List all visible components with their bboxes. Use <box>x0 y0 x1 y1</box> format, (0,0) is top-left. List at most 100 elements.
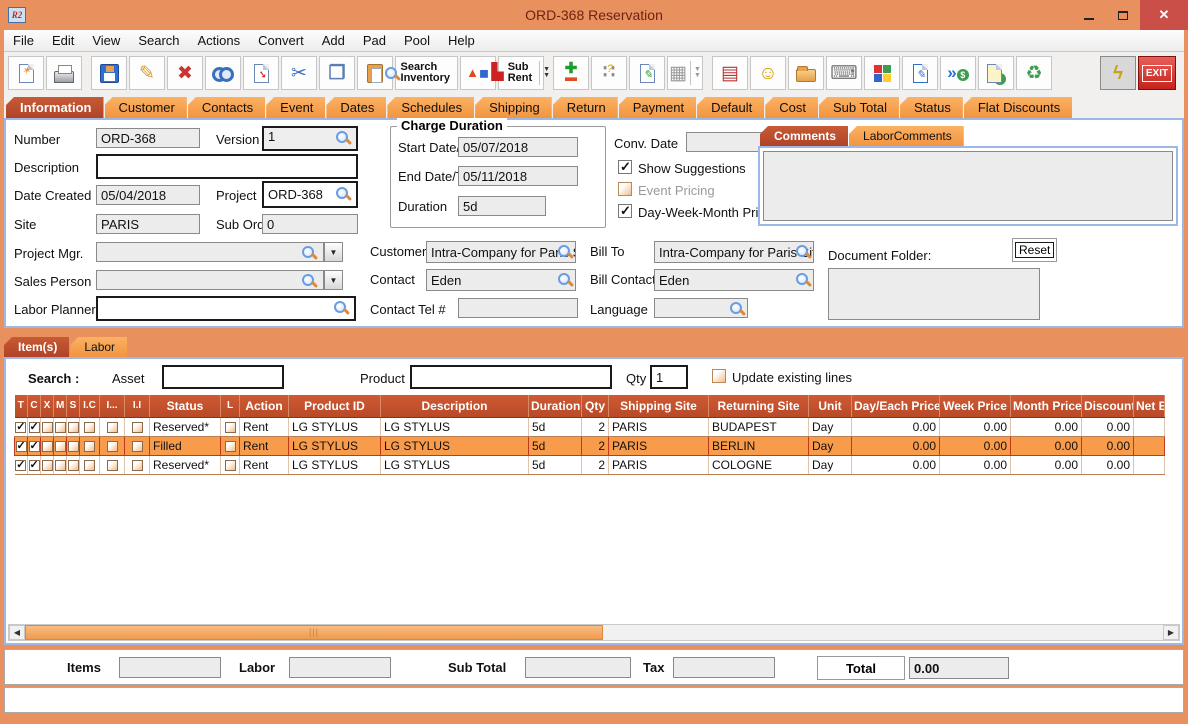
comments-textarea[interactable] <box>763 151 1173 221</box>
row-checkbox-ii[interactable] <box>131 440 143 452</box>
col-c[interactable]: C <box>27 395 41 418</box>
menu-search[interactable]: Search <box>129 30 188 51</box>
cell-description[interactable]: LG STYLUS <box>380 455 529 475</box>
line-item-row[interactable]: Reserved* Rent LG STYLUS LG STYLUS 5d 2 … <box>14 417 1165 437</box>
col-shipping-site[interactable]: Shipping Site <box>608 395 709 418</box>
col-l[interactable]: L <box>220 395 240 418</box>
tab-customer[interactable]: Customer <box>104 97 187 118</box>
cell-status[interactable]: Filled <box>149 435 221 456</box>
tab-cost[interactable]: Cost <box>765 97 818 118</box>
feedback-button[interactable]: ☺ <box>750 56 786 90</box>
row-checkbox-m[interactable] <box>54 421 66 433</box>
cell-net[interactable] <box>1133 435 1165 456</box>
row-checkbox-x[interactable] <box>41 459 53 471</box>
cell-month[interactable]: 0.00 <box>1010 417 1082 437</box>
document-folder-field[interactable] <box>828 268 1040 320</box>
add-remove-line-button[interactable]: ✚ ▬ <box>553 56 589 90</box>
bill-contact-search-icon[interactable] <box>796 273 808 285</box>
maximize-button[interactable] <box>1106 0 1140 30</box>
cell-action[interactable]: Rent <box>239 417 289 437</box>
new-document-button[interactable]: ✶ <box>8 56 44 90</box>
cut-button[interactable]: ✂ <box>281 56 317 90</box>
update-lines-checkbox[interactable] <box>712 369 726 383</box>
col-ic[interactable]: I.C <box>79 395 100 418</box>
row-checkbox-l[interactable] <box>224 459 236 471</box>
sales-person-search-icon[interactable] <box>302 274 314 286</box>
version-search-icon[interactable] <box>336 131 348 143</box>
col-ii[interactable]: I.I <box>124 395 150 418</box>
bill-to-field[interactable]: Intra-Company for Paris Sit <box>654 241 814 263</box>
row-checkbox-ic[interactable] <box>84 459 95 471</box>
payment-transfer-button[interactable]: » $ <box>940 56 976 90</box>
line-item-row[interactable]: Reserved* Rent LG STYLUS LG STYLUS 5d 2 … <box>14 455 1165 475</box>
scroll-right-arrow[interactable]: ▶ <box>1163 625 1179 640</box>
tab-labor-comments[interactable]: LaborComments <box>849 126 964 146</box>
row-checkbox-m[interactable] <box>54 459 66 471</box>
cell-description[interactable]: LG STYLUS <box>380 417 529 437</box>
row-checkbox-t[interactable] <box>15 420 27 433</box>
row-checkbox-t[interactable] <box>15 458 27 471</box>
copy-lines-button[interactable]: ➘ <box>243 56 279 90</box>
cell-duration[interactable]: 5d <box>528 417 582 437</box>
cell-qty[interactable]: 2 <box>581 417 609 437</box>
col-unit[interactable]: Unit <box>808 395 852 418</box>
tab-items[interactable]: Item(s) <box>4 337 70 357</box>
copy-button[interactable]: ❐ <box>319 56 355 90</box>
search-inventory-button[interactable]: Search Inventory ▼▼ <box>384 56 468 90</box>
contact-search-icon[interactable] <box>558 273 570 285</box>
product-input[interactable] <box>410 365 612 389</box>
shortcut-key-button[interactable]: ⌨ <box>826 56 862 90</box>
col-action[interactable]: Action <box>239 395 289 418</box>
reset-button[interactable]: Reset <box>1015 242 1055 258</box>
cell-unit[interactable]: Day <box>808 435 852 456</box>
cell-shipping-site[interactable]: PARIS <box>608 455 709 475</box>
col-t[interactable]: T <box>14 395 28 418</box>
transfer-truck-button[interactable]: ♻ <box>1016 56 1052 90</box>
cell-unit[interactable]: Day <box>808 455 852 475</box>
quick-actions-button[interactable]: ϟ <box>1100 56 1136 90</box>
col-x[interactable]: X <box>40 395 54 418</box>
calendar-button[interactable]: ▦ ▼ ▼ <box>667 56 703 90</box>
save-button[interactable] <box>91 56 127 90</box>
billing-notes-button[interactable]: $ <box>978 56 1014 90</box>
col-returning-site[interactable]: Returning Site <box>708 395 809 418</box>
cell-returning-site[interactable]: BERLIN <box>708 435 809 456</box>
row-checkbox-c[interactable] <box>28 439 40 452</box>
menu-pool[interactable]: Pool <box>395 30 439 51</box>
col-qty[interactable]: Qty <box>581 395 609 418</box>
cell-week[interactable]: 0.00 <box>939 435 1011 456</box>
tab-sub-total[interactable]: Sub Total <box>819 97 899 118</box>
bill-to-search-icon[interactable] <box>796 245 808 257</box>
cell-month[interactable]: 0.00 <box>1010 435 1082 456</box>
cell-product-id[interactable]: LG STYLUS <box>288 455 381 475</box>
row-checkbox-s[interactable] <box>67 440 79 452</box>
cell-week[interactable]: 0.00 <box>939 417 1011 437</box>
cell-shipping-site[interactable]: PARIS <box>608 417 709 437</box>
row-checkbox-l[interactable] <box>224 421 236 433</box>
exit-button[interactable]: EXIT <box>1138 56 1176 90</box>
cell-action[interactable]: Rent <box>239 435 289 456</box>
tab-dates[interactable]: Dates <box>326 97 387 118</box>
qty-input[interactable] <box>650 365 688 389</box>
col-description[interactable]: Description <box>380 395 529 418</box>
tab-event[interactable]: Event <box>266 97 326 118</box>
bill-contact-field[interactable]: Eden <box>654 269 814 291</box>
col-duration[interactable]: Duration <box>528 395 582 418</box>
cell-net[interactable] <box>1133 417 1165 437</box>
row-checkbox-s[interactable] <box>67 459 79 471</box>
minimize-button[interactable] <box>1072 0 1106 30</box>
menu-edit[interactable]: Edit <box>43 30 83 51</box>
description-input[interactable] <box>96 154 358 179</box>
delete-button[interactable]: ✖ <box>167 56 203 90</box>
cell-action[interactable]: Rent <box>239 455 289 475</box>
labor-planner-input[interactable] <box>96 296 356 321</box>
row-checkbox-m[interactable] <box>54 440 66 452</box>
customer-field[interactable]: Intra-Company for Paris Sit <box>426 241 576 263</box>
cell-discount[interactable]: 0.00 <box>1081 435 1134 456</box>
cell-shipping-site[interactable]: PARIS <box>608 435 709 456</box>
sub-rent-dropdown-icon[interactable]: ▼ ▼ <box>539 61 550 85</box>
show-suggestions-checkbox[interactable] <box>618 159 632 175</box>
col-i1[interactable]: I... <box>99 395 125 418</box>
labor-planner-search-icon[interactable] <box>334 301 346 313</box>
cell-returning-site[interactable]: BUDAPEST <box>708 417 809 437</box>
